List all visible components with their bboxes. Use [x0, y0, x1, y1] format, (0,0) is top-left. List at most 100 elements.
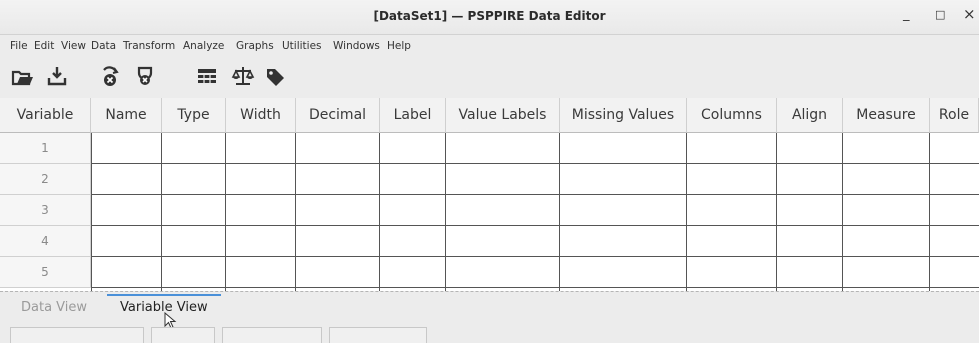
- column-header-width[interactable]: Width: [226, 98, 296, 133]
- menu-data[interactable]: Data: [91, 40, 116, 52]
- grid-cell[interactable]: [687, 164, 777, 195]
- grid-cell[interactable]: [380, 257, 446, 288]
- grid-cell[interactable]: [91, 257, 162, 288]
- column-header-missing-values[interactable]: Missing Values: [560, 98, 687, 133]
- grid-cell[interactable]: [843, 226, 930, 257]
- grid-cell[interactable]: [162, 226, 226, 257]
- maximize-button[interactable]: □: [935, 8, 945, 21]
- split-file-icon[interactable]: [194, 64, 220, 88]
- grid-cell[interactable]: [446, 257, 560, 288]
- grid-cell[interactable]: [560, 257, 687, 288]
- column-header-value-labels[interactable]: Value Labels: [446, 98, 560, 133]
- column-header-name[interactable]: Name: [91, 98, 162, 133]
- value-labels-icon[interactable]: [262, 64, 288, 88]
- tab-data-view[interactable]: Data View: [21, 300, 87, 315]
- row-header[interactable]: 1: [0, 133, 91, 164]
- grid-cell[interactable]: [777, 257, 843, 288]
- column-header-label[interactable]: Label: [380, 98, 446, 133]
- grid-cell[interactable]: [930, 226, 979, 257]
- row-header[interactable]: 3: [0, 195, 91, 226]
- grid-cell[interactable]: [843, 164, 930, 195]
- grid-cell[interactable]: [296, 195, 380, 226]
- grid-cell[interactable]: [930, 257, 979, 288]
- goto-case-icon[interactable]: [98, 64, 124, 88]
- window-title: [DataSet1] — PSPPIRE Data Editor: [373, 9, 606, 23]
- column-divider: [686, 133, 687, 291]
- grid-cell[interactable]: [560, 164, 687, 195]
- menu-utilities[interactable]: Utilities: [282, 40, 322, 52]
- column-header-columns[interactable]: Columns: [687, 98, 777, 133]
- column-header-variable[interactable]: Variable: [0, 98, 91, 133]
- row-header[interactable]: 2: [0, 164, 91, 195]
- menu-analyze[interactable]: Analyze: [183, 40, 224, 52]
- grid-cell[interactable]: [446, 164, 560, 195]
- grid-cell[interactable]: [687, 195, 777, 226]
- grid-cell[interactable]: [687, 133, 777, 164]
- grid-cell[interactable]: [843, 257, 930, 288]
- close-button[interactable]: ×: [963, 5, 976, 23]
- grid-cell[interactable]: [380, 164, 446, 195]
- grid-cell[interactable]: [777, 133, 843, 164]
- grid-cell[interactable]: [91, 133, 162, 164]
- menu-windows[interactable]: Windows: [333, 40, 380, 52]
- goto-variable-icon[interactable]: [132, 64, 158, 88]
- grid-cell[interactable]: [446, 195, 560, 226]
- save-icon[interactable]: [44, 64, 70, 88]
- grid-cell[interactable]: [226, 164, 296, 195]
- grid-cell[interactable]: [843, 133, 930, 164]
- menu-help[interactable]: Help: [387, 40, 411, 52]
- column-header-align[interactable]: Align: [777, 98, 843, 133]
- grid-cell[interactable]: [91, 164, 162, 195]
- grid-cell[interactable]: [446, 133, 560, 164]
- grid-cell[interactable]: [296, 164, 380, 195]
- grid-cell[interactable]: [777, 226, 843, 257]
- toolbar: [0, 58, 979, 92]
- grid-cell[interactable]: [777, 164, 843, 195]
- column-header-measure[interactable]: Measure: [843, 98, 930, 133]
- status-panel-4: [329, 327, 427, 343]
- grid-cell[interactable]: [930, 195, 979, 226]
- row-header[interactable]: 4: [0, 226, 91, 257]
- grid-cell[interactable]: [560, 133, 687, 164]
- column-header-decimal[interactable]: Decimal: [296, 98, 380, 133]
- grid-cell[interactable]: [226, 257, 296, 288]
- grid-cell[interactable]: [162, 133, 226, 164]
- minimize-button[interactable]: _: [903, 7, 910, 22]
- weight-cases-icon[interactable]: [230, 64, 256, 88]
- grid-cell[interactable]: [446, 226, 560, 257]
- grid-cell[interactable]: [162, 195, 226, 226]
- column-divider: [929, 133, 930, 291]
- grid-cell[interactable]: [296, 257, 380, 288]
- grid-cell[interactable]: [296, 133, 380, 164]
- column-header-type[interactable]: Type: [162, 98, 226, 133]
- grid-cell[interactable]: [930, 133, 979, 164]
- menu-file[interactable]: File: [10, 40, 28, 52]
- grid-cell[interactable]: [930, 164, 979, 195]
- open-file-icon[interactable]: [10, 64, 36, 88]
- row-header[interactable]: 5: [0, 257, 91, 288]
- grid-cell[interactable]: [226, 195, 296, 226]
- grid-cell[interactable]: [162, 164, 226, 195]
- grid-cell[interactable]: [380, 226, 446, 257]
- grid-cell[interactable]: [296, 226, 380, 257]
- grid-cell[interactable]: [687, 226, 777, 257]
- status-panel-3: [222, 327, 322, 343]
- grid-cell[interactable]: [560, 195, 687, 226]
- grid-cell[interactable]: [380, 195, 446, 226]
- grid-cell[interactable]: [777, 195, 843, 226]
- grid-cell[interactable]: [380, 133, 446, 164]
- grid-cell[interactable]: [91, 226, 162, 257]
- grid-cell[interactable]: [226, 133, 296, 164]
- grid-cell[interactable]: [687, 257, 777, 288]
- menu-view[interactable]: View: [61, 40, 86, 52]
- grid-cell[interactable]: [91, 195, 162, 226]
- grid-cell[interactable]: [226, 226, 296, 257]
- column-header-role[interactable]: Role: [930, 98, 979, 133]
- grid-cell[interactable]: [560, 226, 687, 257]
- column-divider: [445, 133, 446, 291]
- menu-graphs[interactable]: Graphs: [236, 40, 274, 52]
- grid-cell[interactable]: [162, 257, 226, 288]
- menu-edit[interactable]: Edit: [34, 40, 54, 52]
- menu-transform[interactable]: Transform: [123, 40, 175, 52]
- grid-cell[interactable]: [843, 195, 930, 226]
